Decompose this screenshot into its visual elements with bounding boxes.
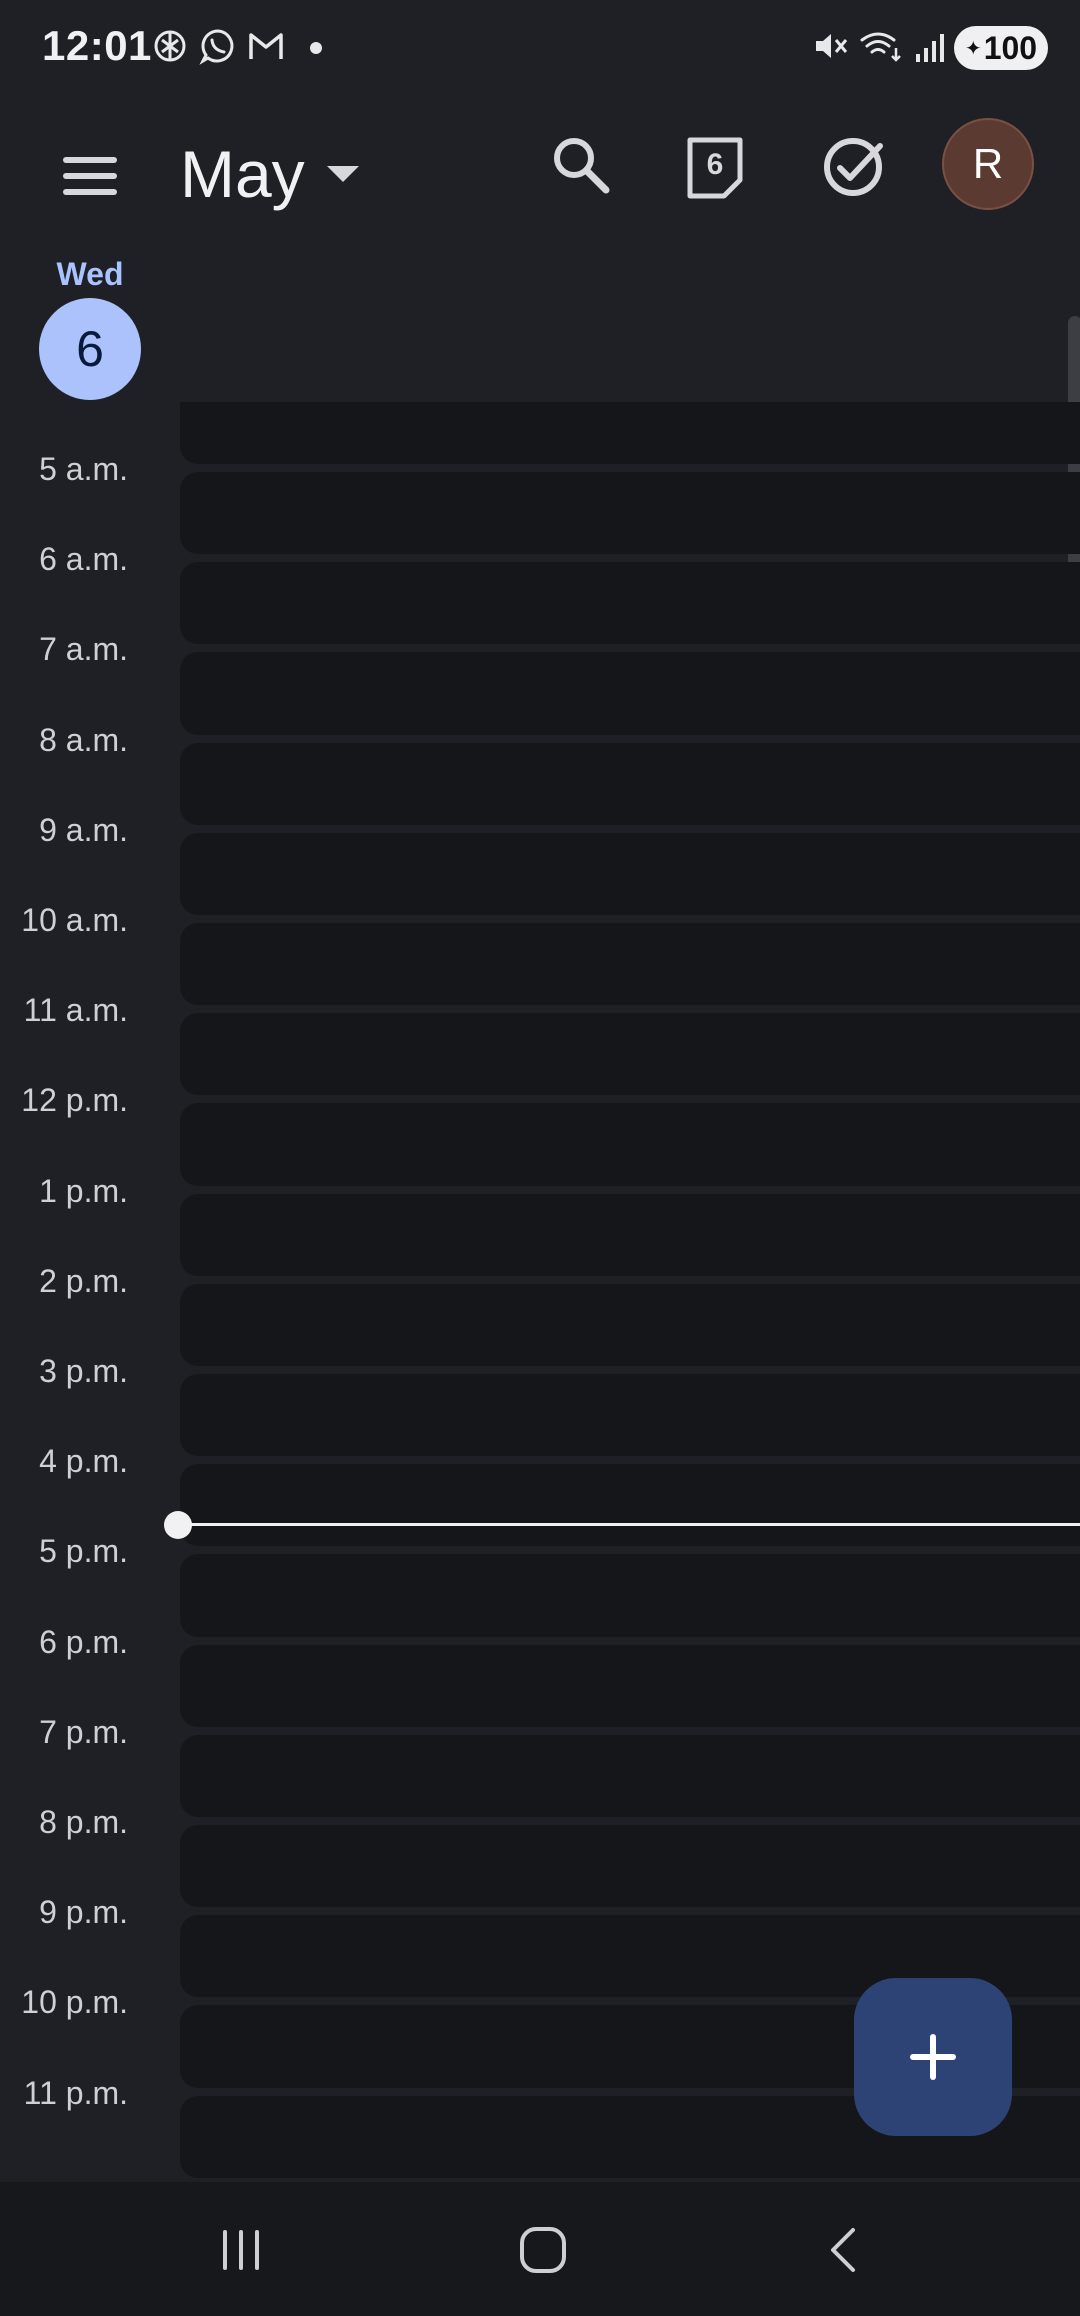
create-event-button[interactable] xyxy=(854,1978,1012,2136)
hour-label: 9 p.m. xyxy=(39,1894,128,1931)
hour-label: 4 p.m. xyxy=(39,1443,128,1480)
today-date-label: 6 xyxy=(706,148,724,181)
hour-slot[interactable] xyxy=(180,1283,1080,1366)
back-icon xyxy=(831,2228,855,2272)
hour-label: 11 p.m. xyxy=(23,2074,128,2111)
hour-slot[interactable] xyxy=(180,562,1080,645)
account-avatar[interactable]: R xyxy=(942,118,1034,210)
navigation-bar xyxy=(0,2182,1080,2316)
hour-label: 5 p.m. xyxy=(39,1533,128,1570)
hour-slot[interactable] xyxy=(180,1374,1080,1457)
signal-icon xyxy=(916,34,944,62)
hour-label: 7 a.m. xyxy=(39,631,128,668)
hour-label: 6 a.m. xyxy=(39,541,128,578)
hour-label: 2 p.m. xyxy=(39,1262,128,1299)
gmail-icon xyxy=(249,33,283,59)
hour-slot[interactable] xyxy=(180,1554,1080,1637)
hour-slot[interactable] xyxy=(180,1013,1080,1096)
hour-slot[interactable] xyxy=(180,1644,1080,1727)
hour-slot[interactable] xyxy=(180,832,1080,915)
day-name: Wed xyxy=(56,256,124,292)
hour-slot[interactable] xyxy=(180,1103,1080,1186)
hour-slot[interactable] xyxy=(180,1464,1080,1547)
menu-button[interactable] xyxy=(50,136,130,216)
battery-icon: ✦ 100 xyxy=(954,26,1048,70)
month-label: May xyxy=(180,137,305,211)
current-time-dot xyxy=(164,1511,192,1539)
recent-apps-icon xyxy=(223,2230,259,2270)
hour-grid: 5 a.m. 6 a.m. 7 a.m. 8 a.m. 9 a.m. 10 a.m. 11 … xyxy=(0,402,1080,2182)
plus-icon xyxy=(910,2034,956,2080)
month-selector-button[interactable]: May xyxy=(180,124,359,224)
hour-slot[interactable] xyxy=(180,923,1080,1006)
search-button[interactable] xyxy=(546,130,616,200)
back-button[interactable] xyxy=(800,2214,890,2286)
app-bar: May 6 R xyxy=(0,96,1080,236)
home-icon xyxy=(520,2227,566,2273)
recent-apps-button[interactable] xyxy=(196,2214,286,2286)
current-time-line xyxy=(178,1523,1080,1526)
caret-down-icon xyxy=(326,166,359,182)
today-button[interactable]: 6 xyxy=(680,132,750,202)
hour-label: 5 a.m. xyxy=(39,451,128,487)
status-time: 12:01 xyxy=(42,22,152,69)
hour-label: 1 p.m. xyxy=(39,1172,128,1209)
battery-saver-icon: ✦ xyxy=(964,37,982,60)
hour-slot[interactable] xyxy=(180,1193,1080,1276)
hour-slot[interactable] xyxy=(180,742,1080,825)
chatgpt-icon xyxy=(154,30,186,62)
status-bar: 12:01 ✦ 100 xyxy=(0,0,1080,96)
hour-slot[interactable] xyxy=(180,402,1080,464)
hour-slot[interactable] xyxy=(180,1825,1080,1908)
wifi-icon xyxy=(860,32,901,62)
hour-label: 10 p.m. xyxy=(21,1984,128,2021)
hour-label: 12 p.m. xyxy=(21,1082,128,1119)
hour-label: 6 p.m. xyxy=(39,1623,128,1660)
hour-label: 8 a.m. xyxy=(39,721,128,758)
day-date[interactable]: 6 xyxy=(39,298,141,400)
mute-icon xyxy=(816,34,848,58)
hour-label: 7 p.m. xyxy=(39,1713,128,1750)
battery-level: 100 xyxy=(983,29,1038,66)
hour-label: 11 a.m. xyxy=(23,992,128,1029)
hour-label: 3 p.m. xyxy=(39,1353,128,1389)
hour-label: 8 p.m. xyxy=(39,1804,128,1840)
hour-label: 10 a.m. xyxy=(21,902,128,938)
tasks-button[interactable] xyxy=(818,132,888,202)
more-dot-icon xyxy=(310,42,322,54)
hour-label: 9 a.m. xyxy=(39,811,128,848)
hour-slot[interactable] xyxy=(180,652,1080,735)
hour-slot[interactable] xyxy=(180,1734,1080,1817)
day-header: Wed 6 xyxy=(0,236,1080,422)
whatsapp-icon xyxy=(199,29,234,65)
home-button[interactable] xyxy=(498,2214,588,2286)
hour-slot[interactable] xyxy=(180,472,1080,555)
